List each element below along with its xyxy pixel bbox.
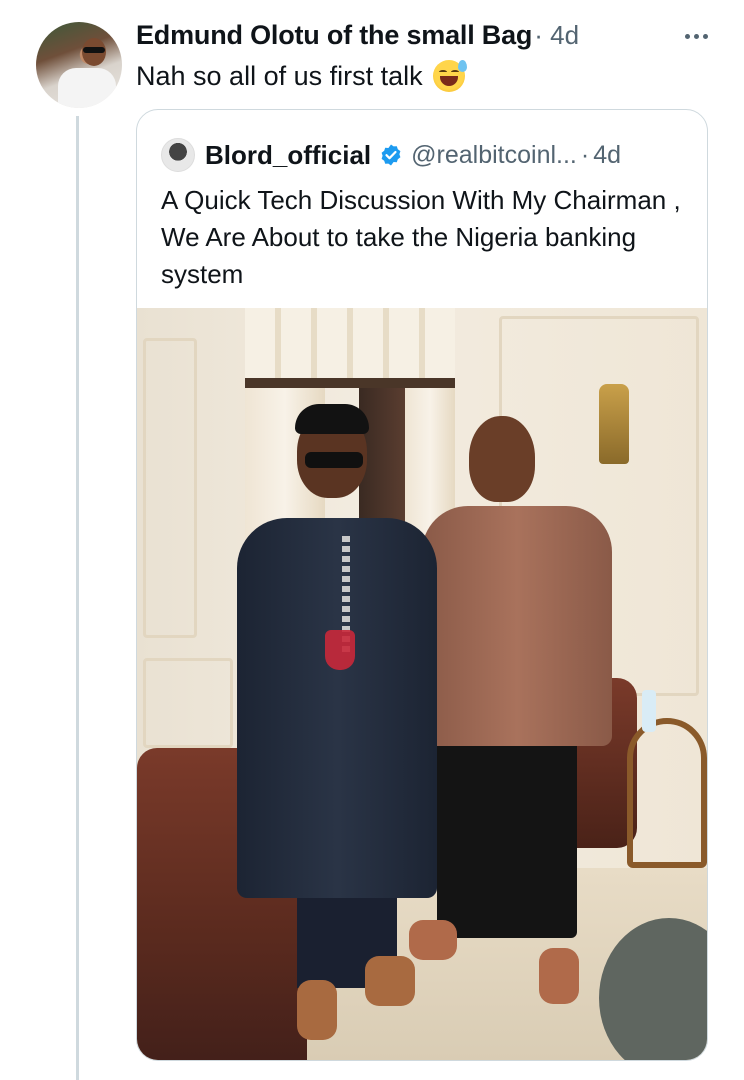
water-bottle: [642, 690, 656, 732]
author-name[interactable]: Edmund Olotu of the small Bag: [136, 20, 532, 51]
quoted-handle[interactable]: @realbitcoinl...: [411, 141, 577, 170]
more-dot: [685, 34, 690, 39]
post-meta: · 4d: [534, 20, 579, 51]
person-right-shirt: [422, 506, 612, 746]
wall-panel: [143, 658, 233, 748]
avatar-glasses: [83, 47, 105, 53]
post-text: Nah so all of us first talk: [136, 60, 467, 92]
quoted-separator: ·: [580, 140, 590, 169]
thread-line: [76, 116, 79, 1080]
grinning-sweat-emoji-icon: [432, 60, 467, 92]
quoted-author-name[interactable]: Blord_official: [205, 140, 371, 171]
avatar-shirt: [58, 68, 116, 108]
author-avatar[interactable]: [36, 22, 122, 108]
sandal: [297, 980, 337, 1040]
person-right-trousers: [437, 738, 577, 938]
sandal: [409, 920, 457, 960]
wall-panel: [143, 338, 197, 638]
person-left-kaftan: [237, 518, 437, 898]
more-dot: [703, 34, 708, 39]
post-time[interactable]: 4d: [550, 20, 579, 50]
sandal: [539, 948, 579, 1004]
quoted-time[interactable]: 4d: [593, 141, 621, 170]
sunglasses: [305, 452, 363, 468]
person-left-hair: [295, 404, 369, 434]
side-table: [627, 718, 707, 868]
wine-glass: [325, 630, 355, 670]
post-header: Edmund Olotu of the small Bag · 4d: [136, 20, 579, 52]
wall-lamp: [599, 384, 629, 464]
verified-badge-icon: [381, 144, 401, 166]
curtain-valance: [245, 308, 455, 388]
quoted-avatar[interactable]: [161, 138, 195, 172]
quoted-photo[interactable]: [137, 308, 707, 1060]
person-right-head: [469, 416, 535, 502]
sandal: [365, 956, 415, 1006]
meta-separator: ·: [534, 20, 543, 50]
more-options-icon[interactable]: [685, 34, 708, 39]
post-text-content: Nah so all of us first talk: [136, 60, 423, 91]
quoted-header: Blord_official @realbitcoinl... · 4d: [161, 138, 621, 172]
quoted-text: A Quick Tech Discussion With My Chairman…: [161, 185, 681, 289]
more-dot: [694, 34, 699, 39]
quoted-post-card[interactable]: Blord_official @realbitcoinl... · 4d A Q…: [136, 109, 708, 1061]
